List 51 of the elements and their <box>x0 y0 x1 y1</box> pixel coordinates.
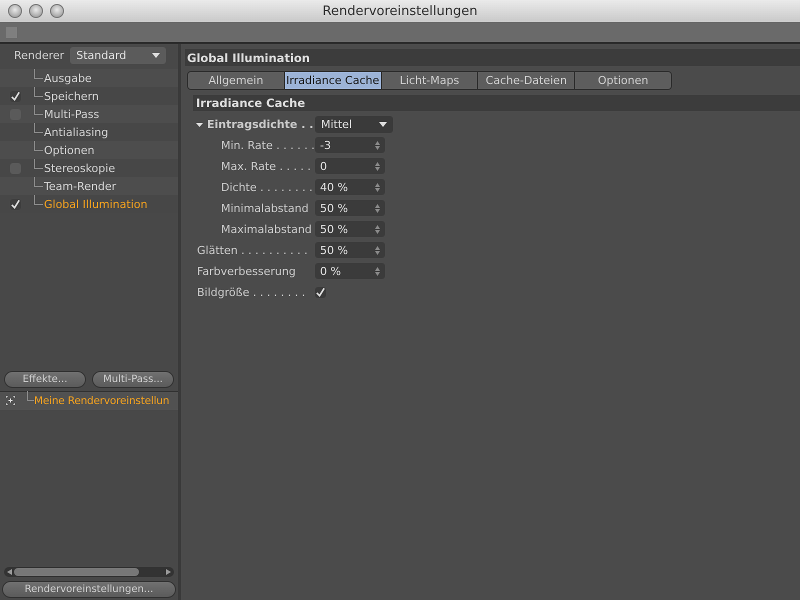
field-label: Glätten . . . . . . . . . . <box>197 244 308 256</box>
spinner-arrows-icon[interactable] <box>375 224 380 234</box>
minimize-button[interactable] <box>29 4 43 18</box>
window-title: Rendervoreinstellungen <box>322 4 478 18</box>
number-field[interactable]: 0 % <box>315 263 385 279</box>
panel-title: Global Illumination <box>185 49 800 66</box>
spinner-arrows-icon[interactable] <box>375 140 380 150</box>
field-label: Min. Rate . . . . . . <box>221 138 315 152</box>
spinner-arrows-icon[interactable] <box>375 182 380 192</box>
density-dropdown[interactable]: Mittel <box>315 116 393 132</box>
tab[interactable]: Irradiance Cache <box>284 72 382 89</box>
settings-item[interactable]: Ausgabe <box>0 69 178 87</box>
field-label: Dichte . . . . . . . . <box>221 180 313 194</box>
field-label: Max. Rate . . . . . <box>221 160 311 172</box>
number-field[interactable]: 40 % <box>315 179 385 195</box>
field-label: Maximalabstand <box>221 222 312 236</box>
checkbox[interactable] <box>315 286 326 298</box>
checkbox[interactable] <box>10 198 20 210</box>
number-field[interactable]: 50 % <box>315 200 385 216</box>
field-label: Eintragsdichte . . <box>207 118 314 130</box>
spinner-arrows-icon[interactable] <box>375 162 380 170</box>
horizontal-scrollbar[interactable] <box>4 567 174 577</box>
spinner-arrows-icon[interactable] <box>375 246 380 254</box>
number-field[interactable]: -3 <box>315 137 385 153</box>
checkbox[interactable] <box>10 90 20 102</box>
spinner-arrows-icon[interactable] <box>375 266 380 276</box>
renderer-dropdown[interactable]: Standard <box>70 47 166 64</box>
spinner-arrows-icon[interactable] <box>375 204 380 212</box>
field-label: Minimalabstand <box>221 202 309 214</box>
close-button[interactable] <box>8 4 22 18</box>
field-label: Farbverbesserung <box>197 264 296 278</box>
number-field[interactable]: 50 % <box>315 242 385 258</box>
pill-button[interactable]: Effekte... <box>4 370 86 388</box>
number-field[interactable]: 50 % <box>315 221 385 237</box>
section-title: Irradiance Cache <box>193 95 800 111</box>
renderer-label: Renderer <box>14 49 64 62</box>
tab[interactable]: Cache-Dateien <box>478 72 576 89</box>
number-field[interactable]: 0 <box>315 158 385 174</box>
tab[interactable]: Licht-Maps <box>382 72 478 89</box>
field-label: Bildgröße . . . . . . . . <box>197 286 306 298</box>
settings-item[interactable]: Optionen <box>0 141 178 159</box>
zoom-button[interactable] <box>50 4 64 18</box>
presets-button[interactable]: Rendervoreinstellungen... <box>2 581 176 598</box>
preset-item[interactable]: Meine Rendervoreinstellun <box>0 392 178 410</box>
settings-item[interactable]: Multi-Pass <box>0 105 178 123</box>
tab[interactable]: Allgemein <box>188 72 285 89</box>
expand-triangle-icon[interactable] <box>196 120 203 128</box>
settings-item[interactable]: Team-Render <box>0 177 178 195</box>
tab[interactable]: Optionen <box>575 72 671 89</box>
pill-button[interactable]: Multi-Pass... <box>92 370 174 388</box>
target-icon <box>6 396 15 405</box>
